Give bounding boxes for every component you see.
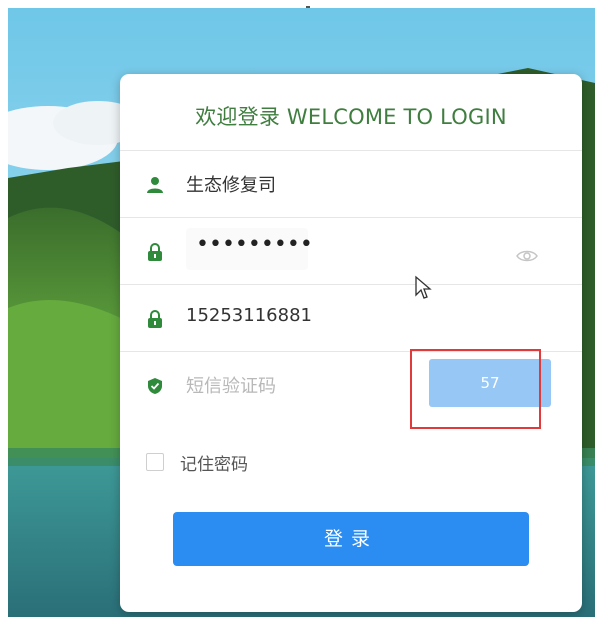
username-field[interactable]: 生态修复司 [186, 171, 276, 197]
eye-icon[interactable] [516, 249, 538, 263]
phone-row[interactable]: 15253116881 [120, 284, 582, 352]
lock-icon [148, 243, 162, 261]
remember-password[interactable]: 记住密码 [146, 450, 346, 475]
sms-code-input[interactable]: 短信验证码 [186, 372, 276, 398]
login-card: 欢迎登录 WELCOME TO LOGIN 生态修复司 ••••••••• 15… [120, 74, 582, 612]
remember-checkbox[interactable] [146, 453, 164, 471]
phone-field[interactable]: 15253116881 [186, 305, 312, 326]
remember-label: 记住密码 [180, 455, 248, 475]
login-button[interactable]: 登录 [173, 512, 529, 566]
shield-icon [148, 378, 162, 394]
user-icon [147, 177, 163, 193]
password-row[interactable]: ••••••••• [120, 217, 582, 285]
lock-icon [148, 310, 162, 328]
username-row[interactable]: 生态修复司 [120, 150, 582, 218]
login-title: 欢迎登录 WELCOME TO LOGIN [195, 105, 507, 129]
highlight-box [410, 349, 541, 429]
mouse-cursor-icon [415, 275, 432, 299]
password-field[interactable]: ••••••••• [196, 232, 313, 257]
